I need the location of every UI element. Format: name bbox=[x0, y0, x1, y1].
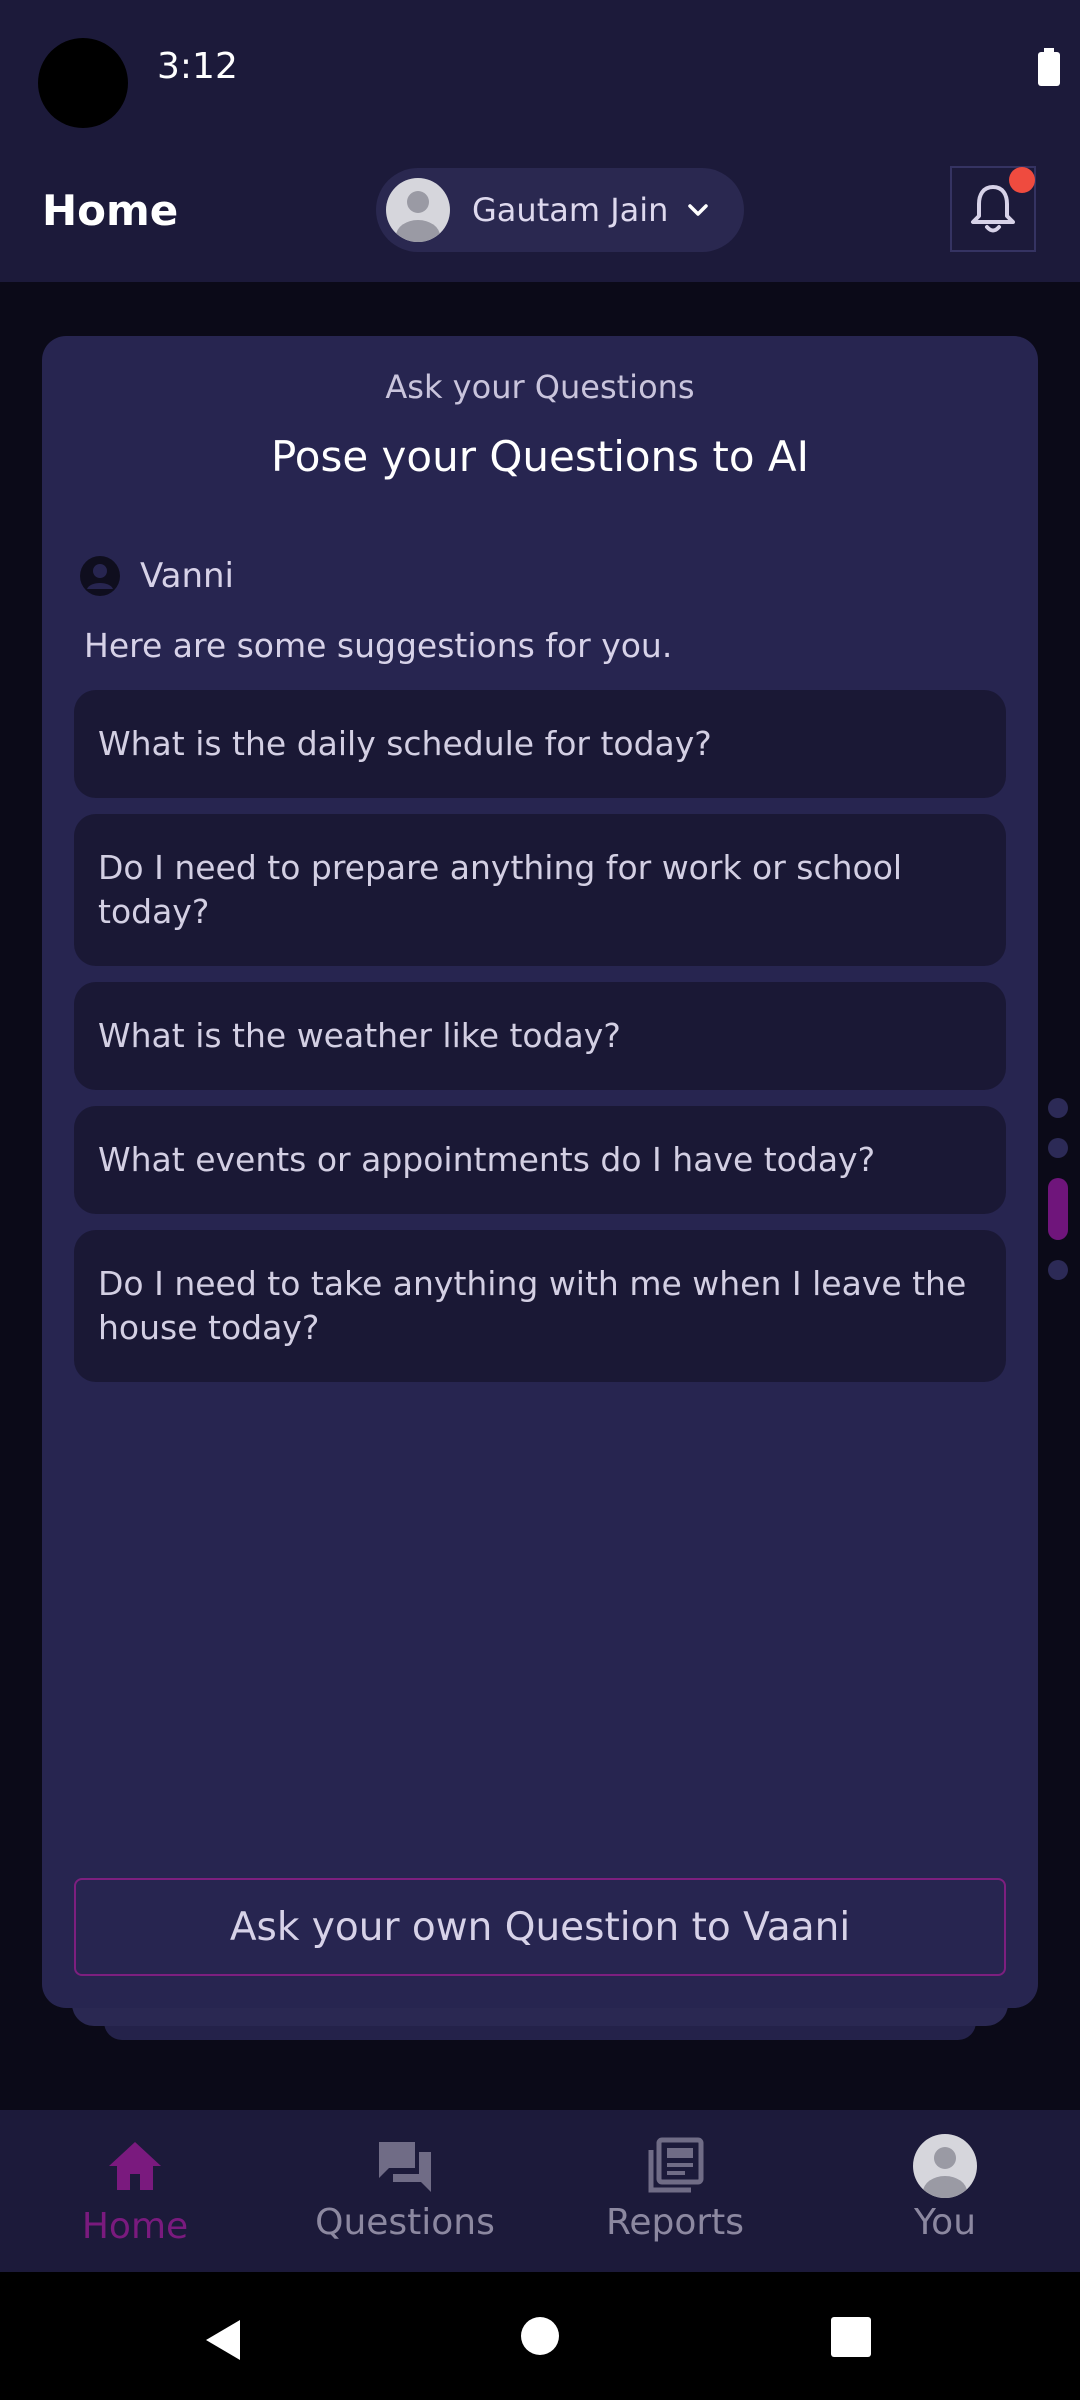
status-bar: 3:12 bbox=[0, 0, 1080, 140]
suggestions-intro: Here are some suggestions for you. bbox=[84, 626, 673, 665]
recents-icon[interactable] bbox=[830, 2316, 872, 2358]
assistant-header: Vanni bbox=[78, 554, 234, 598]
card-title: Pose your Questions to AI bbox=[270, 432, 810, 481]
chat-icon bbox=[379, 2142, 431, 2192]
system-nav-bar bbox=[0, 2272, 1080, 2400]
home-circle-icon[interactable] bbox=[520, 2316, 560, 2356]
suggestion-item[interactable]: Do I need to take anything with me when … bbox=[74, 1230, 1006, 1382]
back-icon[interactable] bbox=[200, 2316, 248, 2364]
suggestion-text: Do I need to prepare anything for work o… bbox=[98, 848, 903, 931]
suggestion-item[interactable]: What events or appointments do I have to… bbox=[74, 1106, 1006, 1214]
nav-home[interactable]: Home bbox=[0, 2110, 270, 2272]
notification-badge bbox=[1009, 167, 1035, 193]
home-icon bbox=[109, 2142, 161, 2190]
assistant-name: Vanni bbox=[140, 556, 234, 596]
status-time: 3:12 bbox=[157, 46, 238, 87]
page-dot[interactable] bbox=[1048, 1260, 1068, 1280]
user-switcher[interactable]: Gautam Jain bbox=[376, 168, 744, 252]
account-circle-icon bbox=[80, 556, 120, 596]
bell-icon bbox=[971, 185, 1015, 233]
battery-full-icon bbox=[1038, 48, 1060, 86]
suggestion-item[interactable]: What is the weather like today? bbox=[74, 982, 1006, 1090]
page-dot[interactable] bbox=[1048, 1098, 1068, 1118]
nav-label: Reports bbox=[605, 2202, 745, 2243]
page-indicator bbox=[1048, 1098, 1070, 1300]
suggestion-text: Do I need to take anything with me when … bbox=[98, 1264, 967, 1347]
nav-label: Home bbox=[81, 2206, 189, 2247]
avatar-icon bbox=[923, 2147, 967, 2198]
suggestion-text: What is the weather like today? bbox=[98, 1016, 621, 1055]
app-bar: Home Gautam Jain bbox=[0, 140, 1080, 282]
page-title: Home bbox=[42, 186, 179, 235]
nav-reports[interactable]: Reports bbox=[540, 2110, 810, 2272]
card-subtitle: Ask your Questions bbox=[385, 368, 695, 406]
user-name: Gautam Jain bbox=[472, 191, 669, 229]
news-icon bbox=[648, 2137, 704, 2193]
suggestion-item[interactable]: Do I need to prepare anything for work o… bbox=[74, 814, 1006, 966]
user-avatar bbox=[386, 178, 450, 242]
page-dot-active[interactable] bbox=[1048, 1178, 1068, 1240]
suggestion-text: What events or appointments do I have to… bbox=[98, 1140, 876, 1179]
nav-label: Questions bbox=[315, 2202, 495, 2243]
suggestion-list: What is the daily schedule for today? Do… bbox=[74, 690, 1006, 1398]
questions-card: Ask your Questions Pose your Questions t… bbox=[42, 336, 1038, 2008]
ask-question-button[interactable]: Ask your own Question to Vaani bbox=[74, 1878, 1006, 1976]
avatar-icon bbox=[396, 191, 440, 242]
bottom-nav: Home Questions Reports You bbox=[0, 2110, 1080, 2272]
page-dot[interactable] bbox=[1048, 1138, 1068, 1158]
nav-label: You bbox=[913, 2202, 977, 2243]
suggestion-text: What is the daily schedule for today? bbox=[98, 724, 712, 763]
camera-cutout bbox=[38, 38, 128, 128]
chevron-down-icon bbox=[688, 204, 709, 216]
nav-questions[interactable]: Questions bbox=[270, 2110, 540, 2272]
suggestion-item[interactable]: What is the daily schedule for today? bbox=[74, 690, 1006, 798]
nav-you[interactable]: You bbox=[810, 2110, 1080, 2272]
avatar bbox=[913, 2134, 977, 2198]
